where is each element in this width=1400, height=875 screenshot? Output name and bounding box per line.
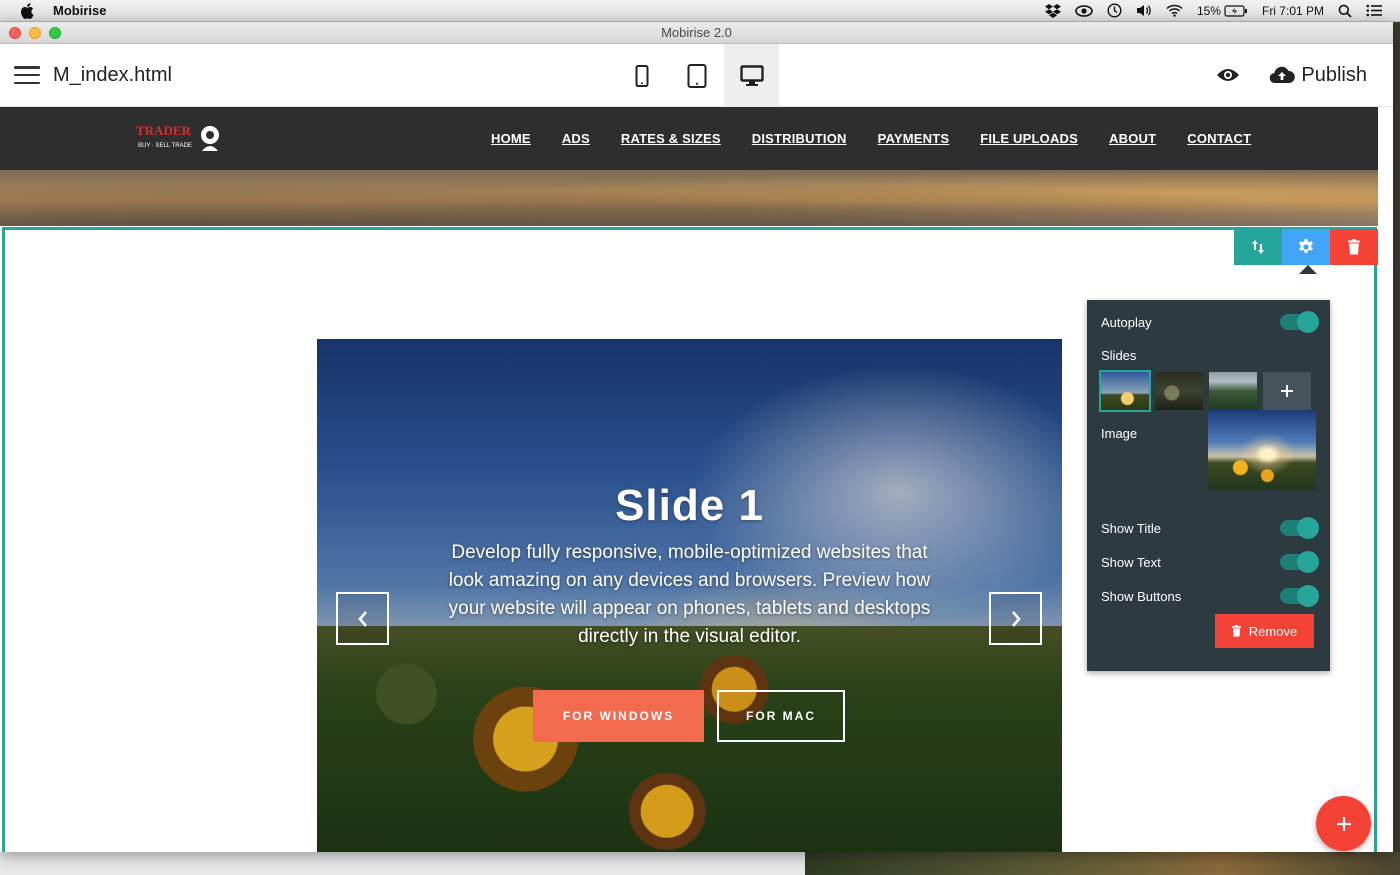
battery-status[interactable]: 15%: [1197, 4, 1248, 18]
header-background-image: [0, 170, 1378, 226]
slider-prev-button[interactable]: [336, 592, 389, 645]
move-block-button[interactable]: [1234, 229, 1282, 265]
eye-icon: [1217, 69, 1240, 81]
show-text-toggle[interactable]: [1280, 551, 1319, 573]
image-label: Image: [1101, 426, 1138, 441]
for-windows-button[interactable]: FOR WINDOWS: [533, 690, 704, 742]
trash-icon: [1348, 239, 1360, 255]
slides-row: Slides: [1101, 348, 1316, 363]
nav-link-home[interactable]: HOME: [491, 131, 531, 146]
menubar-clock[interactable]: Fri 7:01 PM: [1262, 4, 1324, 18]
slides-label: Slides: [1101, 348, 1137, 363]
site-logo[interactable]: TRADER BUY · SELL TRADE: [134, 121, 226, 157]
slide-title[interactable]: Slide 1: [317, 481, 1062, 531]
device-switcher: [614, 44, 779, 107]
battery-icon: [1224, 4, 1247, 17]
nav-link-ads[interactable]: ADS: [562, 131, 590, 146]
remove-slide-button[interactable]: Remove: [1215, 614, 1314, 648]
for-mac-button[interactable]: FOR MAC: [717, 690, 845, 742]
slide-thumbnail-3[interactable]: [1209, 372, 1257, 410]
image-slider: Slide 1 Develop fully responsive, mobile…: [317, 339, 1062, 852]
cloud-upload-icon: [1270, 66, 1296, 84]
tablet-icon: [687, 63, 706, 88]
window-titlebar[interactable]: Mobirise 2.0: [0, 22, 1393, 44]
desktop-background: [0, 852, 805, 875]
nav-link-contact[interactable]: CONTACT: [1187, 131, 1251, 146]
tablet-view-button[interactable]: [669, 44, 724, 107]
phone-icon: [635, 64, 648, 87]
nav-link-rates-sizes[interactable]: RATES & SIZES: [621, 131, 721, 146]
editor-canvas: TRADER BUY · SELL TRADE HOME ADS RATES &…: [0, 107, 1393, 852]
dropbox-icon[interactable]: [1044, 3, 1061, 18]
show-buttons-label: Show Buttons: [1101, 588, 1182, 604]
chevron-right-icon: [1011, 610, 1021, 627]
menubar-app-name[interactable]: Mobirise: [53, 3, 106, 18]
block-settings-button[interactable]: [1282, 229, 1330, 265]
site-navbar: TRADER BUY · SELL TRADE HOME ADS RATES &…: [0, 107, 1378, 170]
toolbar-actions: Publish: [1213, 60, 1367, 90]
show-text-row: Show Text: [1101, 551, 1319, 573]
add-block-button[interactable]: [1316, 796, 1371, 851]
nav-link-file-uploads[interactable]: FILE UPLOADS: [980, 131, 1078, 146]
show-buttons-row: Show Buttons: [1101, 585, 1319, 607]
show-title-toggle[interactable]: [1280, 517, 1319, 539]
slide-thumbnail-1[interactable]: [1099, 370, 1151, 412]
volume-icon[interactable]: [1136, 4, 1152, 17]
nav-link-about[interactable]: ABOUT: [1109, 131, 1156, 146]
desktop-view-button[interactable]: [724, 44, 779, 107]
reorder-arrows-icon: [1252, 240, 1264, 254]
spotlight-icon[interactable]: [1338, 4, 1352, 18]
svg-text:TRADER: TRADER: [136, 123, 192, 138]
macos-menubar: Mobirise 15% Fri 7:01 PM: [0, 0, 1400, 22]
add-slide-button[interactable]: [1263, 372, 1311, 410]
slide-thumbnails: [1099, 370, 1311, 412]
show-title-label: Show Title: [1101, 520, 1161, 536]
show-buttons-toggle[interactable]: [1280, 585, 1319, 607]
chevron-left-icon: [357, 610, 367, 627]
notification-center-icon[interactable]: [1366, 4, 1382, 17]
delete-block-button[interactable]: [1330, 229, 1378, 265]
site-nav-links: HOME ADS RATES & SIZES DISTRIBUTION PAYM…: [491, 107, 1251, 170]
menu-hamburger-icon[interactable]: [14, 66, 40, 84]
desktop-icon: [739, 64, 764, 86]
mobile-view-button[interactable]: [614, 44, 669, 107]
slider-next-button[interactable]: [989, 592, 1042, 645]
apple-icon[interactable]: [20, 2, 34, 19]
trash-icon: [1231, 625, 1241, 637]
nav-link-payments[interactable]: PAYMENTS: [878, 131, 950, 146]
preview-button[interactable]: [1213, 60, 1243, 90]
page-filename[interactable]: M_index.html: [53, 64, 172, 87]
remove-label: Remove: [1248, 623, 1298, 639]
autoplay-toggle[interactable]: [1280, 311, 1319, 333]
window-title: Mobirise 2.0: [661, 25, 732, 40]
time-machine-icon[interactable]: [1107, 3, 1122, 18]
eye-menubar-icon[interactable]: [1075, 4, 1093, 17]
app-toolbar: M_index.html Publish: [0, 44, 1393, 107]
autoplay-label: Autoplay: [1101, 314, 1152, 330]
block-settings-panel: Autoplay Slides Image Show Title Show Te…: [1087, 300, 1330, 671]
block-tools: [1234, 229, 1378, 265]
battery-percent: 15%: [1196, 3, 1221, 18]
autoplay-row: Autoplay: [1101, 311, 1319, 333]
wifi-icon[interactable]: [1166, 4, 1183, 17]
slide-thumbnail-2[interactable]: [1155, 372, 1203, 410]
panel-caret: [1299, 265, 1317, 274]
show-title-row: Show Title: [1101, 517, 1319, 539]
slide-buttons: FOR WINDOWS FOR MAC: [533, 690, 845, 742]
show-text-label: Show Text: [1101, 554, 1161, 570]
publish-label: Publish: [1301, 63, 1367, 86]
nav-link-distribution[interactable]: DISTRIBUTION: [752, 131, 847, 146]
plus-icon: [1281, 385, 1293, 397]
svg-text:BUY · SELL TRADE: BUY · SELL TRADE: [138, 143, 192, 149]
slide-image-picker[interactable]: [1208, 410, 1316, 490]
publish-button[interactable]: Publish: [1269, 64, 1367, 87]
plus-icon: [1336, 816, 1351, 831]
desktop-wallpaper: [805, 852, 1400, 875]
gear-icon: [1299, 239, 1313, 253]
slide-text[interactable]: Develop fully responsive, mobile-optimiz…: [447, 539, 932, 651]
menubar-status-area: 15% Fri 7:01 PM: [1044, 3, 1382, 18]
